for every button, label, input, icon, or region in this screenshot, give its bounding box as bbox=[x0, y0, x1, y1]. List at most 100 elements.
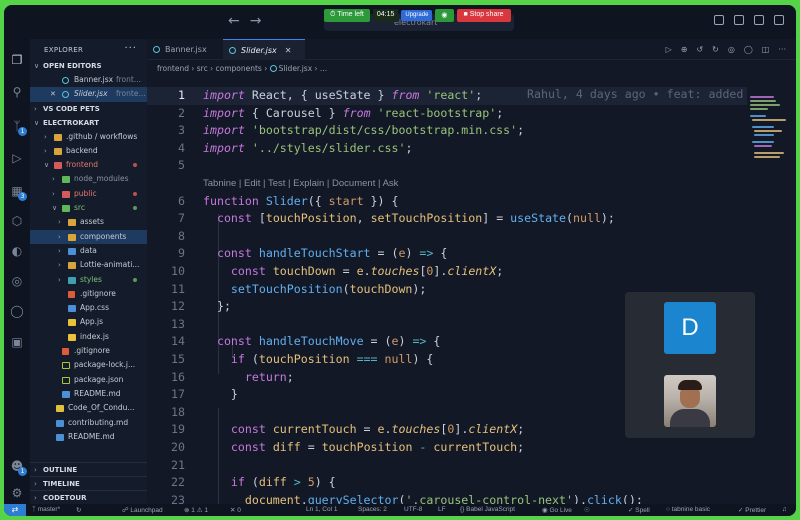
spell-check[interactable]: ✓ Spell bbox=[628, 506, 650, 514]
react-file-icon bbox=[62, 91, 69, 99]
participant-avatar: D bbox=[664, 302, 716, 354]
time-left-badge: ⏱ Time left bbox=[324, 8, 370, 22]
tree-item[interactable]: contributing.md bbox=[30, 416, 147, 430]
vs-code-pets-section[interactable]: › VS CODE PETS bbox=[30, 102, 147, 116]
participant-video bbox=[664, 375, 716, 427]
breadcrumb-item[interactable]: components bbox=[216, 64, 262, 73]
notifications-icon[interactable]: ♫ bbox=[782, 506, 787, 513]
share-icon[interactable]: ◉ bbox=[435, 8, 454, 22]
end-of-line[interactable]: LF bbox=[438, 506, 446, 513]
tree-item-selected[interactable]: › components bbox=[30, 229, 147, 244]
vscode-window: ←→ electrokart ⏱ Time left 04:15 Upgrade… bbox=[4, 5, 796, 516]
tree-item[interactable]: › public bbox=[30, 187, 147, 201]
video-call-overlay[interactable]: D bbox=[625, 292, 755, 438]
tree-item[interactable]: › node_modules bbox=[30, 172, 147, 186]
tree-item[interactable]: README.md bbox=[30, 430, 147, 444]
open-editor-item[interactable]: Banner.jsx front... bbox=[30, 73, 147, 87]
tree-item[interactable]: ∨ frontend bbox=[30, 158, 147, 172]
tree-item[interactable]: package.json bbox=[30, 373, 147, 387]
accounts-badge: 1 bbox=[18, 467, 27, 476]
tree-item[interactable]: package-lock.j... bbox=[30, 358, 147, 372]
title-bar: ←→ electrokart ⏱ Time left 04:15 Upgrade… bbox=[4, 5, 796, 39]
close-tab-icon[interactable]: ✕ bbox=[285, 46, 292, 55]
react-file-icon bbox=[269, 65, 277, 72]
explorer-icon[interactable]: ❐ bbox=[10, 53, 24, 67]
run-debug-icon[interactable]: ▷ bbox=[10, 151, 24, 165]
time-left-value: 04:15 bbox=[372, 8, 399, 22]
gitlens-icon[interactable]: ◯ bbox=[744, 45, 753, 54]
breadcrumb-item[interactable]: ... bbox=[320, 64, 327, 73]
tree-item[interactable]: .gitignore bbox=[30, 344, 147, 358]
split-editor-icon[interactable]: ◫ bbox=[762, 45, 770, 54]
breadcrumb-item[interactable]: src bbox=[197, 64, 208, 73]
live-share-icon[interactable]: ◎ bbox=[10, 274, 24, 288]
tab-slider[interactable]: Slider.jsx ✕ bbox=[223, 39, 305, 60]
more-icon[interactable]: ··· bbox=[778, 45, 786, 54]
language-mode[interactable]: {} Babel JavaScript bbox=[460, 506, 515, 513]
editor-actions: ▷ ⊕ ↺ ↻ ◎ ◯ ◫ ··· bbox=[666, 45, 786, 54]
screen-share-bar: ⏱ Time left 04:15 Upgrade ◉ ■ Stop share bbox=[324, 8, 511, 22]
tree-item[interactable]: ∨ src bbox=[30, 201, 147, 215]
problems-indicator[interactable]: ⊗ 1 ⚠ 1 bbox=[184, 506, 208, 514]
docker-icon[interactable]: ▣ bbox=[10, 335, 24, 349]
toggle-secondary-sidebar-icon[interactable] bbox=[754, 15, 764, 25]
open-changes-icon[interactable]: ◎ bbox=[728, 45, 735, 54]
tree-item[interactable]: index.js bbox=[30, 330, 147, 344]
remote-explorer-icon[interactable]: ⬡ bbox=[10, 214, 24, 228]
encoding[interactable]: UTF-8 bbox=[404, 506, 422, 513]
tree-item[interactable]: App.js bbox=[30, 315, 147, 329]
open-editors-section[interactable]: ∨ OPEN EDITORS bbox=[30, 59, 147, 73]
tab-banner[interactable]: Banner.jsx bbox=[147, 39, 223, 60]
go-live-button[interactable]: ◉ Go Live bbox=[542, 506, 572, 514]
toggle-panel-icon[interactable] bbox=[734, 15, 744, 25]
cursor-position[interactable]: Ln 1, Col 1 bbox=[306, 506, 337, 513]
stop-share-button[interactable]: ■ Stop share bbox=[456, 8, 511, 22]
tree-item[interactable]: › Lottie-animati... bbox=[30, 258, 147, 272]
edge-devtools-icon[interactable]: ◐ bbox=[10, 244, 24, 258]
prettier-status[interactable]: ✓ Prettier bbox=[738, 506, 766, 514]
breadcrumb-item[interactable]: frontend bbox=[157, 64, 189, 73]
next-change-icon[interactable]: ↻ bbox=[712, 45, 719, 54]
remote-indicator-icon[interactable]: ⇄ bbox=[4, 504, 26, 516]
open-editor-item-active[interactable]: ✕ Slider.jsx fronte... bbox=[30, 87, 147, 102]
layout-controls bbox=[714, 15, 784, 25]
sidebar-bottom-sections: › OUTLINE › TIMELINE › CODETOUR bbox=[30, 462, 147, 504]
tree-item[interactable]: › backend bbox=[30, 144, 147, 158]
customize-layout-icon[interactable] bbox=[774, 15, 784, 25]
tree-item[interactable]: › assets bbox=[30, 215, 147, 229]
previous-change-icon[interactable]: ↺ bbox=[696, 45, 703, 54]
activity-bar: ❐ ⚲ ᛉ 1 ▷ ▦ 3 ⬡ ◐ ◎ ◯ ▣ ☻ 1 ⚙ bbox=[4, 39, 30, 504]
more-actions-icon[interactable]: ··· bbox=[124, 43, 137, 54]
launchpad-button[interactable]: ☍ Launchpad bbox=[122, 506, 163, 514]
codetour-section[interactable]: › CODETOUR bbox=[30, 490, 147, 504]
tree-item[interactable]: Code_Of_Condu... bbox=[30, 401, 147, 415]
ports-indicator[interactable]: ✕ 0 bbox=[230, 506, 241, 514]
project-section[interactable]: ∨ ELECTROKART bbox=[30, 116, 147, 130]
branch-indicator[interactable]: ᛉ master* bbox=[32, 506, 60, 513]
tree-item[interactable]: .gitignore bbox=[30, 287, 147, 301]
close-icon[interactable]: ✕ bbox=[50, 87, 56, 101]
tree-item[interactable]: README.md bbox=[30, 387, 147, 401]
editor-tabs: Banner.jsx Slider.jsx ✕ ▷ ⊕ ↺ ↻ ◎ ◯ ◫ ··· bbox=[147, 39, 796, 60]
git-blame-annotation: Rahul, 4 days ago • feat: added bbox=[527, 87, 744, 101]
upgrade-button[interactable]: Upgrade bbox=[401, 9, 433, 21]
tabnine-status[interactable]: ○ tabnine basic bbox=[666, 506, 710, 513]
sync-icon[interactable]: ↻ bbox=[76, 506, 81, 514]
compare-icon[interactable]: ⊕ bbox=[681, 45, 688, 54]
tree-item[interactable]: › data bbox=[30, 244, 147, 258]
indentation[interactable]: Spaces: 2 bbox=[358, 506, 387, 513]
run-icon[interactable]: ▷ bbox=[666, 45, 672, 54]
outline-section[interactable]: › OUTLINE bbox=[30, 462, 147, 476]
extensions-badge: 3 bbox=[18, 192, 27, 201]
toggle-sidebar-icon[interactable] bbox=[714, 15, 724, 25]
breadcrumb-item[interactable]: Slider.jsx bbox=[279, 64, 313, 73]
tree-item[interactable]: › styles bbox=[30, 273, 147, 287]
tree-item[interactable]: › .github / workflows bbox=[30, 130, 147, 144]
gitlens-icon[interactable]: ◯ bbox=[10, 304, 24, 318]
nav-arrows[interactable]: ←→ bbox=[228, 13, 271, 29]
timeline-section[interactable]: › TIMELINE bbox=[30, 476, 147, 490]
settings-gear-icon[interactable]: ⚙ bbox=[10, 486, 24, 500]
copilot-icon[interactable]: ☉ bbox=[584, 506, 590, 514]
search-icon[interactable]: ⚲ bbox=[10, 85, 24, 99]
tree-item[interactable]: App.css bbox=[30, 301, 147, 315]
